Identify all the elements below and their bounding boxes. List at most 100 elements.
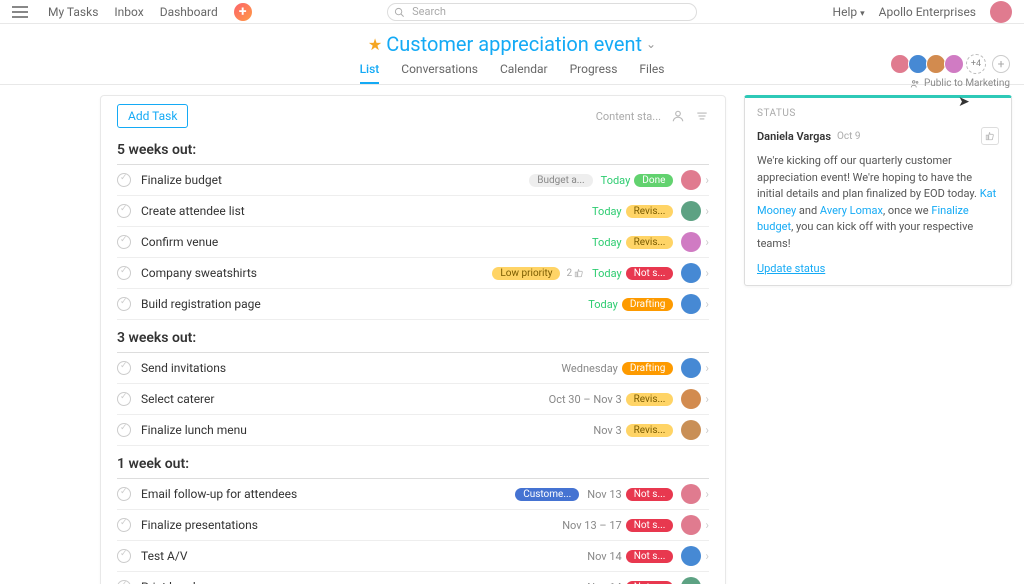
assignee-avatar[interactable] <box>681 263 701 283</box>
assignee-avatar[interactable] <box>681 358 701 378</box>
chevron-right-icon[interactable]: › <box>705 297 709 311</box>
task-row[interactable]: Print brochuresNov 14Not s...› <box>117 572 709 584</box>
complete-checkbox[interactable] <box>117 173 131 187</box>
complete-checkbox[interactable] <box>117 204 131 218</box>
like-button[interactable] <box>981 127 999 145</box>
chevron-right-icon[interactable]: › <box>705 235 709 249</box>
member-avatar[interactable] <box>926 54 946 74</box>
complete-checkbox[interactable] <box>117 297 131 311</box>
member-avatar[interactable] <box>890 54 910 74</box>
section-header[interactable]: 5 weeks out: <box>117 136 709 165</box>
member-avatar[interactable] <box>908 54 928 74</box>
task-row[interactable]: Build registration pageTodayDrafting› <box>117 289 709 320</box>
chevron-right-icon[interactable]: › <box>705 423 709 437</box>
complete-checkbox[interactable] <box>117 549 131 563</box>
add-task-button[interactable]: Add Task <box>117 104 188 128</box>
favorite-star-icon[interactable]: ★ <box>368 35 382 54</box>
assignee-avatar[interactable] <box>681 201 701 221</box>
section-header[interactable]: 3 weeks out: <box>117 324 709 353</box>
chevron-right-icon[interactable]: › <box>705 204 709 218</box>
task-status[interactable]: Drafting <box>622 362 674 375</box>
chevron-right-icon[interactable]: › <box>705 487 709 501</box>
complete-checkbox[interactable] <box>117 423 131 437</box>
project-title[interactable]: Customer appreciation event <box>386 32 642 56</box>
task-row[interactable]: Test A/VNov 14Not s...› <box>117 541 709 572</box>
section-header[interactable]: 1 week out: <box>117 450 709 479</box>
assignee-avatar[interactable] <box>681 515 701 535</box>
like-count[interactable]: 2 <box>566 268 584 279</box>
chevron-right-icon[interactable]: › <box>705 518 709 532</box>
complete-checkbox[interactable] <box>117 392 131 406</box>
mention-link[interactable]: Avery Lomax <box>820 204 883 217</box>
global-add-button[interactable]: + <box>234 3 252 21</box>
complete-checkbox[interactable] <box>117 580 131 584</box>
task-status[interactable]: Drafting <box>622 298 674 311</box>
nav-my-tasks[interactable]: My Tasks <box>48 5 98 19</box>
task-status[interactable]: Revis... <box>626 205 674 218</box>
assignee-avatar[interactable] <box>681 546 701 566</box>
chevron-right-icon[interactable]: › <box>705 580 709 584</box>
member-overflow[interactable]: +4 <box>966 54 986 74</box>
help-link[interactable]: Help ▾ <box>833 5 865 19</box>
task-status[interactable]: Revis... <box>626 236 674 249</box>
user-avatar[interactable] <box>990 1 1012 23</box>
task-status[interactable]: Not s... <box>626 519 674 532</box>
chevron-right-icon[interactable]: › <box>705 361 709 375</box>
tab-calendar[interactable]: Calendar <box>500 62 548 84</box>
task-row[interactable]: Create attendee listTodayRevis...› <box>117 196 709 227</box>
assignee-avatar[interactable] <box>681 420 701 440</box>
thumbs-up-icon <box>985 131 995 141</box>
task-row[interactable]: Confirm venueTodayRevis...› <box>117 227 709 258</box>
tab-list[interactable]: List <box>360 62 380 84</box>
task-row[interactable]: Send invitationsWednesdayDrafting› <box>117 353 709 384</box>
chevron-right-icon[interactable]: › <box>705 392 709 406</box>
task-status[interactable]: Not s... <box>626 581 674 584</box>
task-row[interactable]: Finalize presentationsNov 13 – 17Not s..… <box>117 510 709 541</box>
status-author-name[interactable]: Daniela Vargas <box>757 130 831 143</box>
task-row[interactable]: Finalize lunch menuNov 3Revis...› <box>117 415 709 446</box>
chevron-right-icon[interactable]: › <box>705 266 709 280</box>
assignee-filter-icon[interactable] <box>671 109 685 123</box>
assignee-avatar[interactable] <box>681 232 701 252</box>
sort-icon[interactable] <box>695 109 709 123</box>
member-avatar[interactable] <box>944 54 964 74</box>
task-status[interactable]: Not s... <box>626 267 674 280</box>
org-name[interactable]: Apollo Enterprises <box>879 5 976 19</box>
nav-inbox[interactable]: Inbox <box>114 5 143 19</box>
assignee-avatar[interactable] <box>681 294 701 314</box>
assignee-avatar[interactable] <box>681 389 701 409</box>
task-tag[interactable]: Low priority <box>492 267 560 280</box>
task-tag[interactable]: Budget a... <box>529 174 592 187</box>
task-status[interactable]: Revis... <box>626 393 674 406</box>
task-status[interactable]: Not s... <box>626 550 674 563</box>
tab-progress[interactable]: Progress <box>570 62 618 84</box>
add-member-button[interactable]: + <box>992 55 1010 73</box>
assignee-avatar[interactable] <box>681 170 701 190</box>
filter-label[interactable]: Content sta... <box>596 110 661 123</box>
complete-checkbox[interactable] <box>117 235 131 249</box>
complete-checkbox[interactable] <box>117 518 131 532</box>
task-row[interactable]: Email follow-up for attendeesCustome...N… <box>117 479 709 510</box>
task-status[interactable]: Done <box>634 174 673 187</box>
nav-dashboard[interactable]: Dashboard <box>160 5 218 19</box>
task-row[interactable]: Finalize budgetBudget a...TodayDone› <box>117 165 709 196</box>
tab-files[interactable]: Files <box>639 62 664 84</box>
chevron-right-icon[interactable]: › <box>705 549 709 563</box>
update-status-link[interactable]: Update status <box>757 262 825 275</box>
complete-checkbox[interactable] <box>117 266 131 280</box>
task-status[interactable]: Revis... <box>626 424 674 437</box>
menu-toggle[interactable] <box>12 6 28 18</box>
task-status[interactable]: Not s... <box>626 488 674 501</box>
complete-checkbox[interactable] <box>117 361 131 375</box>
complete-checkbox[interactable] <box>117 487 131 501</box>
project-dropdown-icon[interactable]: ⌄ <box>646 37 656 51</box>
tab-conversations[interactable]: Conversations <box>401 62 478 84</box>
assignee-avatar[interactable] <box>681 484 701 504</box>
task-tag[interactable]: Custome... <box>515 488 579 501</box>
task-row[interactable]: Select catererOct 30 – Nov 3Revis...› <box>117 384 709 415</box>
assignee-avatar[interactable] <box>681 577 701 584</box>
chevron-right-icon[interactable]: › <box>705 173 709 187</box>
search-input[interactable]: Search <box>387 3 697 21</box>
task-row[interactable]: Company sweatshirtsLow priority2 TodayNo… <box>117 258 709 289</box>
privacy-link[interactable]: Public to Marketing <box>910 78 1010 89</box>
